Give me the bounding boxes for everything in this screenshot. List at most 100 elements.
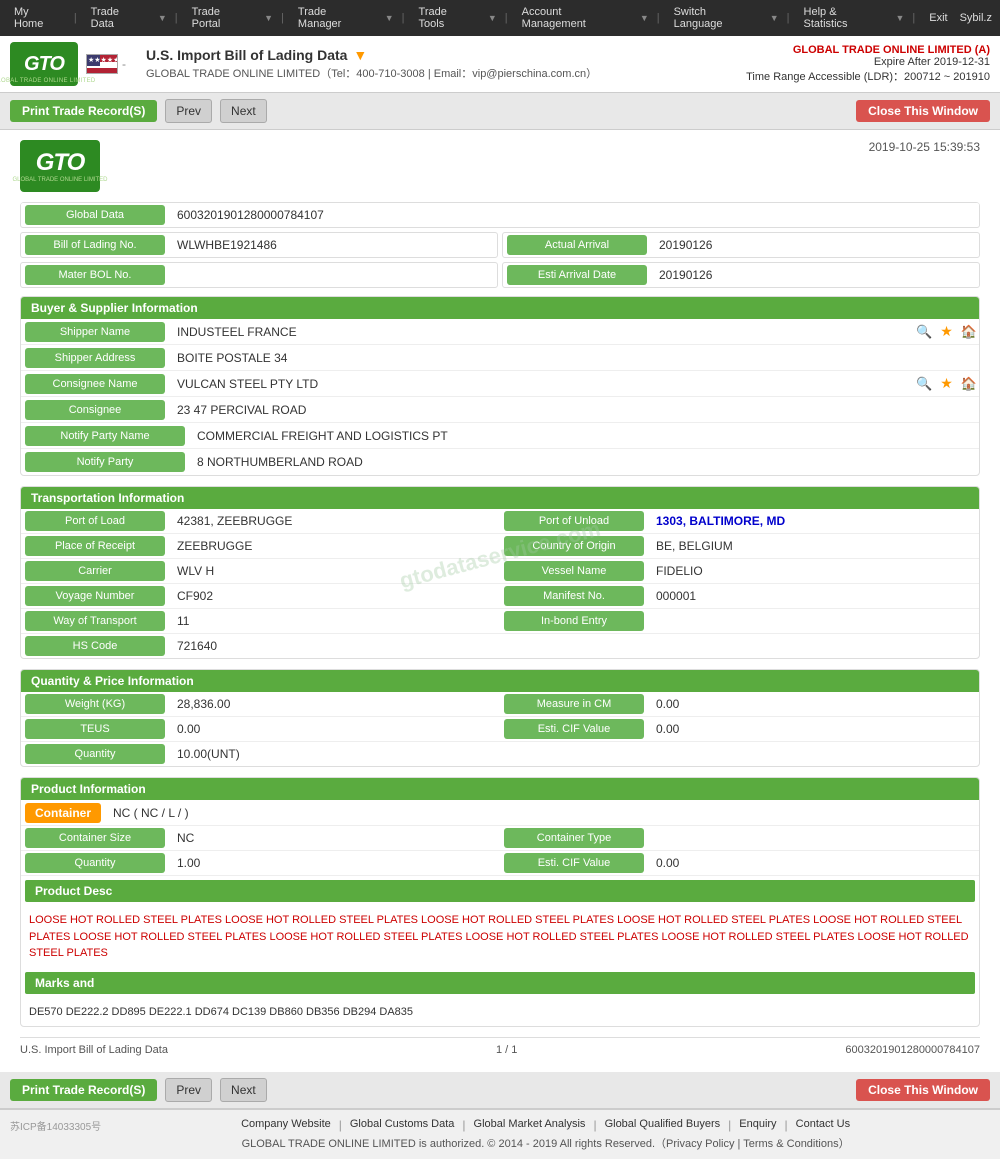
logo-subtitle: GLOBAL TRADE ONLINE LIMITED [0, 78, 96, 84]
master-bol-label: Mater BOL No. [25, 265, 165, 285]
hs-code-row: HS Code 721640 [21, 634, 979, 658]
doc-footer: U.S. Import Bill of Lading Data 1 / 1 60… [20, 1037, 980, 1062]
marks-label: Marks and [25, 972, 975, 994]
product-quantity-label: Quantity [25, 853, 165, 873]
time-range: Time Range Accessible (LDR)：200712 ~ 201… [746, 68, 990, 84]
footer-link-buyers[interactable]: Global Qualified Buyers [605, 1118, 721, 1132]
consignee-name-label: Consignee Name [25, 374, 165, 394]
container-row: Container NC ( NC / L / ) [21, 800, 979, 826]
voyage-row: Voyage Number CF902 Manifest No. 000001 [21, 584, 979, 609]
carrier-value: WLV H [169, 560, 500, 582]
logo-area: GTO GLOBAL TRADE ONLINE LIMITED ★★★★★★ - [10, 42, 130, 86]
product-header: Product Information [21, 778, 979, 800]
nav-trade-data[interactable]: Trade Data [85, 4, 150, 32]
nav-trade-portal[interactable]: Trade Portal [186, 4, 257, 32]
vessel-name-label: Vessel Name [504, 561, 644, 581]
notify-party-value: 8 NORTHUMBERLAND ROAD [189, 451, 979, 473]
country-of-origin-value: BE, BELGIUM [648, 535, 979, 557]
print-button-bottom[interactable]: Print Trade Record(S) [10, 1079, 157, 1101]
shipper-star-icon[interactable]: ★ [940, 323, 953, 340]
print-button-top[interactable]: Print Trade Record(S) [10, 100, 157, 122]
manifest-no-label: Manifest No. [504, 586, 644, 606]
container-type-label: Container Type [504, 828, 644, 848]
nav-help-statistics[interactable]: Help & Statistics [798, 4, 888, 32]
in-bond-entry-label: In-bond Entry [504, 611, 644, 631]
prev-button-bottom[interactable]: Prev [165, 1078, 212, 1102]
quantity-label: Quantity [25, 744, 165, 764]
next-button-top[interactable]: Next [220, 99, 267, 123]
notify-party-label: Notify Party [25, 452, 185, 472]
consignee-search-icon[interactable]: 🔍 [916, 376, 932, 392]
product-section: Product Information Container NC ( NC / … [20, 777, 980, 1027]
product-desc-value: LOOSE HOT ROLLED STEEL PLATES LOOSE HOT … [21, 906, 979, 968]
carrier-row: Carrier WLV H Vessel Name FIDELIO [21, 559, 979, 584]
notify-party-name-value: COMMERCIAL FREIGHT AND LOGISTICS PT [189, 425, 979, 447]
nav-trade-tools[interactable]: Trade Tools [413, 4, 480, 32]
container-type-value [648, 834, 979, 842]
prev-button-top[interactable]: Prev [165, 99, 212, 123]
quantity-price-header: Quantity & Price Information [21, 670, 979, 692]
action-bar-top: Print Trade Record(S) Prev Next Close Th… [0, 93, 1000, 130]
port-row: Port of Load 42381, ZEEBRUGGE Port of Un… [21, 509, 979, 534]
nav-trade-manager[interactable]: Trade Manager [292, 4, 377, 32]
footer-link-enquiry[interactable]: Enquiry [739, 1118, 776, 1132]
port-of-unload-label: Port of Unload [504, 511, 644, 531]
container-value: NC ( NC / L / ) [105, 802, 979, 824]
shipper-address-row: Shipper Address BOITE POSTALE 34 [21, 345, 979, 371]
esti-cif-value: 0.00 [648, 718, 979, 740]
quantity-row: Quantity 10.00(UNT) [21, 742, 979, 766]
shipper-search-icon[interactable]: 🔍 [916, 324, 932, 340]
container-size-value: NC [169, 827, 500, 849]
measure-label: Measure in CM [504, 694, 644, 714]
buyer-supplier-section: Buyer & Supplier Information Shipper Nam… [20, 296, 980, 476]
teus-value: 0.00 [169, 718, 500, 740]
footer-link-company[interactable]: Company Website [241, 1118, 331, 1132]
measure-value: 0.00 [648, 693, 979, 715]
global-data-section: Global Data 6003201901280000784107 Bill … [20, 202, 980, 292]
consignee-value: 23 47 PERCIVAL ROAD [169, 399, 979, 421]
consignee-home-icon[interactable]: 🏠 [961, 376, 977, 392]
quantity-value: 10.00(UNT) [169, 743, 500, 765]
notify-party-row: Notify Party 8 NORTHUMBERLAND ROAD [21, 449, 979, 475]
product-quantity-value: 1.00 [169, 852, 500, 874]
close-button-top[interactable]: Close This Window [856, 100, 990, 122]
hs-code-label: HS Code [25, 636, 165, 656]
marks-section: Marks and DE570 DE222.2 DD895 DE222.1 DD… [21, 972, 979, 1027]
way-of-transport-label: Way of Transport [25, 611, 165, 631]
dropdown-icon[interactable]: ▼ [353, 47, 367, 63]
next-button-bottom[interactable]: Next [220, 1078, 267, 1102]
weight-value: 28,836.00 [169, 693, 500, 715]
doc-logo: GTO GLOBAL TRADE ONLINE LIMITED [20, 140, 100, 192]
footer-link-customs[interactable]: Global Customs Data [350, 1118, 455, 1132]
doc-footer-page: 1 / 1 [496, 1044, 517, 1056]
weight-label: Weight (KG) [25, 694, 165, 714]
nav-switch-language[interactable]: Switch Language [668, 4, 762, 32]
shipper-home-icon[interactable]: 🏠 [961, 324, 977, 340]
container-size-row: Container Size NC Container Type [21, 826, 979, 851]
shipper-name-label: Shipper Name [25, 322, 165, 342]
country-of-origin-label: Country of Origin [504, 536, 644, 556]
footer-links: Company Website | Global Customs Data | … [101, 1118, 990, 1132]
consignee-row: Consignee 23 47 PERCIVAL ROAD [21, 397, 979, 423]
consignee-star-icon[interactable]: ★ [940, 375, 953, 392]
footer-link-market[interactable]: Global Market Analysis [474, 1118, 586, 1132]
main-content: GTO GLOBAL TRADE ONLINE LIMITED 2019-10-… [0, 130, 1000, 1072]
notify-party-name-row: Notify Party Name COMMERCIAL FREIGHT AND… [21, 423, 979, 449]
nav-exit[interactable]: Exit [923, 10, 953, 26]
container-button[interactable]: Container [25, 803, 101, 823]
vessel-name-value: FIDELIO [648, 560, 979, 582]
place-of-receipt-value: ZEEBRUGGE [169, 535, 500, 557]
bol-value: WLWHBE1921486 [169, 234, 497, 256]
close-button-bottom[interactable]: Close This Window [856, 1079, 990, 1101]
footer-link-contact[interactable]: Contact Us [796, 1118, 850, 1132]
manifest-no-value: 000001 [648, 585, 979, 607]
product-esti-cif-value: 0.00 [648, 852, 979, 874]
bol-label: Bill of Lading No. [25, 235, 165, 255]
shipper-name-actions: 🔍 ★ 🏠 [914, 323, 979, 340]
shipper-name-value: INDUSTEEL FRANCE [169, 321, 910, 343]
nav-my-home[interactable]: My Home [8, 4, 66, 32]
teus-row: TEUS 0.00 Esti. CIF Value 0.00 [21, 717, 979, 742]
port-of-load-value: 42381, ZEEBRUGGE [169, 510, 500, 532]
nav-account-management[interactable]: Account Management [516, 4, 632, 32]
expire-date: Expire After 2019-12-31 [746, 56, 990, 68]
